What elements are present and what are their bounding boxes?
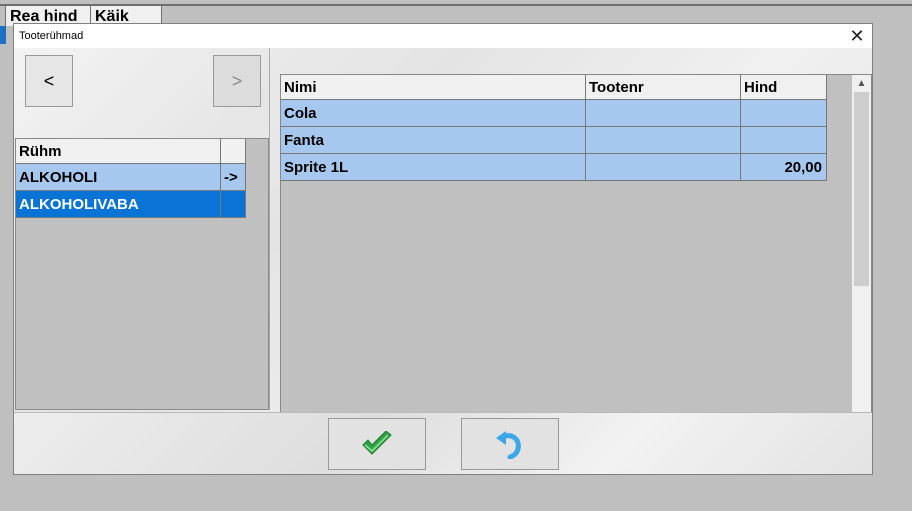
product-name-cell[interactable]: Fanta xyxy=(281,127,586,154)
group-panel: < > Rühm ALKOHOLI -> ALKOHOLIVABA xyxy=(14,48,270,410)
group-marker-cell[interactable] xyxy=(221,191,246,218)
scroll-up-arrow-icon[interactable]: ▲ xyxy=(852,75,871,92)
action-bar xyxy=(14,412,872,474)
product-number-cell[interactable] xyxy=(586,154,741,181)
group-grid-header: Rühm xyxy=(16,139,246,164)
dialog-titlebar: Tooterühmad ✕ xyxy=(14,24,872,48)
close-button[interactable]: ✕ xyxy=(846,26,868,46)
background-selection-edge xyxy=(0,26,6,44)
green-check-icon xyxy=(362,431,392,455)
previous-page-button[interactable]: < xyxy=(25,55,73,107)
product-name-cell[interactable]: Sprite 1L xyxy=(281,154,586,181)
product-number-cell[interactable] xyxy=(586,127,741,154)
column-header-name[interactable]: Nimi xyxy=(281,75,586,100)
product-groups-dialog: Tooterühmad ✕ < > Rühm ALKOHOLI -> ALKOH… xyxy=(13,23,873,475)
scroll-thumb[interactable] xyxy=(854,92,869,286)
product-price-cell[interactable] xyxy=(741,100,827,127)
column-header-marker[interactable] xyxy=(221,139,246,164)
group-grid: Rühm ALKOHOLI -> ALKOHOLIVABA xyxy=(15,138,269,410)
table-row[interactable]: Sprite 1L 20,00 xyxy=(281,154,827,181)
ok-button[interactable] xyxy=(328,418,426,470)
dialog-client-area: < > Rühm ALKOHOLI -> ALKOHOLIVABA Nimi T… xyxy=(14,48,872,474)
table-row[interactable]: Fanta xyxy=(281,127,827,154)
column-header-product-number[interactable]: Tootenr xyxy=(586,75,741,100)
vertical-scrollbar[interactable]: ▲ ▼ xyxy=(852,75,871,435)
product-price-cell[interactable] xyxy=(741,127,827,154)
product-price-cell[interactable]: 20,00 xyxy=(741,154,827,181)
product-name-cell[interactable]: Cola xyxy=(281,100,586,127)
dialog-title: Tooterühmad xyxy=(19,30,84,42)
group-name-cell[interactable]: ALKOHOLIVABA xyxy=(16,191,221,218)
next-page-button[interactable]: > xyxy=(213,55,261,107)
product-grid-header: Nimi Tootenr Hind xyxy=(281,75,827,100)
undo-button[interactable] xyxy=(461,418,559,470)
undo-arrow-icon xyxy=(496,431,521,459)
product-number-cell[interactable] xyxy=(586,100,741,127)
column-header-price[interactable]: Hind xyxy=(741,75,827,100)
group-marker-cell[interactable]: -> xyxy=(221,164,246,191)
column-header-group[interactable]: Rühm xyxy=(16,139,221,164)
table-row[interactable]: Cola xyxy=(281,100,827,127)
table-row[interactable]: ALKOHOLI -> xyxy=(16,164,246,191)
table-row[interactable]: ALKOHOLIVABA xyxy=(16,191,246,218)
close-icon: ✕ xyxy=(849,26,865,46)
product-grid: Nimi Tootenr Hind Cola Fanta Sprite 1L 2… xyxy=(280,74,872,436)
group-name-cell[interactable]: ALKOHOLI xyxy=(16,164,221,191)
